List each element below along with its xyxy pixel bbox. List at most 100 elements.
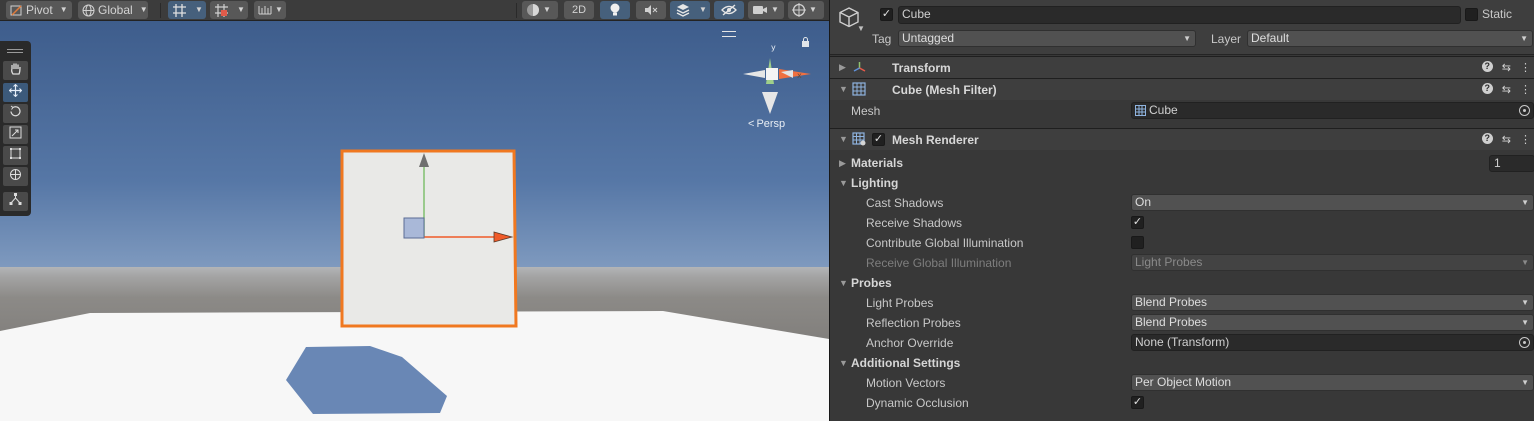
- audio-toggle[interactable]: [636, 1, 666, 19]
- layer-value: Default: [1251, 31, 1290, 45]
- receive-gi-label: Receive Global Illumination: [866, 256, 1012, 270]
- contribute-gi-checkbox[interactable]: [1131, 236, 1144, 249]
- mesh-renderer-component-header[interactable]: ▼ ✓ Mesh Renderer ? ⇆ ⋮: [830, 128, 1534, 150]
- inspector-panel: ▼ ✓ Cube Static Tag Untagged ▼ Layer Def…: [829, 0, 1534, 421]
- transform-tool-button[interactable]: [3, 167, 28, 186]
- pivot-toggle[interactable]: Pivot ▼: [6, 1, 72, 19]
- static-label: Static: [1482, 7, 1513, 21]
- object-name-field[interactable]: Cube: [898, 6, 1461, 24]
- chevron-down-icon: ▼: [771, 5, 779, 14]
- overlay-grip[interactable]: [7, 49, 23, 50]
- expanded-arrow-icon[interactable]: ▼: [839, 178, 848, 188]
- chevron-down-icon: ▼: [1521, 378, 1529, 387]
- mesh-renderer-enabled-checkbox[interactable]: ✓: [872, 133, 885, 146]
- kebab-menu-icon[interactable]: ⋮: [1520, 133, 1531, 146]
- gameobject-header: ▼ ✓ Cube Static Tag Untagged ▼ Layer Def…: [830, 0, 1534, 55]
- mesh-renderer-icon: [852, 132, 866, 146]
- rect-transform-icon: [10, 148, 21, 159]
- expanded-arrow-icon[interactable]: ▼: [839, 84, 848, 94]
- layer-dropdown[interactable]: Default ▼: [1247, 30, 1533, 47]
- chevron-down-icon: ▼: [1521, 258, 1529, 267]
- static-checkbox[interactable]: [1465, 8, 1478, 21]
- grid-options-dropdown[interactable]: ▼: [192, 1, 206, 19]
- snap-options-dropdown[interactable]: ▼: [234, 1, 248, 19]
- projection-label: Persp: [756, 118, 786, 130]
- scene-viewport[interactable]: y x < Persp: [0, 21, 829, 421]
- grid-snap-button[interactable]: [168, 1, 192, 19]
- anchor-override-field[interactable]: None (Transform): [1131, 334, 1534, 351]
- object-picker-icon[interactable]: [1519, 337, 1530, 348]
- active-checkbox[interactable]: ✓: [880, 8, 893, 21]
- gizmo-x-cone: [779, 69, 811, 79]
- expanded-arrow-icon[interactable]: ▼: [839, 358, 848, 368]
- global-label: Global: [98, 3, 133, 17]
- help-icon[interactable]: ?: [1481, 61, 1493, 72]
- expanded-arrow-icon[interactable]: ▼: [839, 278, 848, 288]
- reflection-probes-dropdown[interactable]: Blend Probes ▼: [1131, 314, 1534, 331]
- increment-snap-button[interactable]: [210, 1, 234, 19]
- object-picker-icon[interactable]: [1519, 105, 1530, 116]
- cast-shadows-dropdown[interactable]: On ▼: [1131, 194, 1534, 211]
- presets-icon[interactable]: ⇆: [1502, 133, 1511, 146]
- mesh-icon: [1135, 105, 1146, 116]
- rotate-icon: [10, 105, 21, 117]
- scene-visibility-toggle[interactable]: [714, 1, 744, 19]
- overlay-menu-icon[interactable]: [722, 31, 736, 37]
- eye-hidden-icon: [721, 4, 737, 16]
- camera-settings-button[interactable]: ▼: [748, 1, 784, 19]
- scale-tool-button[interactable]: [3, 125, 28, 144]
- tag-dropdown[interactable]: Untagged ▼: [898, 30, 1196, 47]
- ruler-icon: [258, 6, 272, 15]
- rotate-tool-button[interactable]: [3, 104, 28, 123]
- layer-label: Layer: [1211, 32, 1242, 46]
- lighting-foldout[interactable]: Lighting: [851, 176, 898, 190]
- help-icon[interactable]: ?: [1481, 83, 1493, 94]
- custom-tool-button[interactable]: [3, 192, 28, 211]
- expanded-arrow-icon[interactable]: ▼: [839, 134, 848, 144]
- view-tool-button[interactable]: [3, 61, 28, 80]
- collapsed-arrow-icon[interactable]: ▶: [839, 62, 846, 73]
- materials-count-field[interactable]: 1: [1489, 155, 1534, 172]
- kebab-menu-icon[interactable]: ⋮: [1520, 83, 1531, 96]
- move-tool-button[interactable]: [3, 83, 28, 102]
- gizmo-neg-x-cone: [743, 70, 765, 78]
- lighting-toggle[interactable]: [600, 1, 630, 19]
- dynamic-occlusion-checkbox[interactable]: ✓: [1131, 396, 1144, 409]
- probes-foldout[interactable]: Probes: [851, 276, 892, 290]
- draw-mode-button[interactable]: ▼: [522, 1, 558, 19]
- global-toggle[interactable]: Global ▼: [78, 1, 148, 19]
- cube-mesh: [342, 151, 516, 326]
- mesh-object-field[interactable]: Cube: [1131, 102, 1534, 119]
- snap-settings-button[interactable]: [254, 1, 272, 19]
- effects-dropdown[interactable]: ▼: [696, 1, 710, 19]
- gizmos-button[interactable]: ▼: [788, 1, 824, 19]
- additional-settings-foldout[interactable]: Additional Settings: [851, 356, 960, 370]
- lightbulb-icon: [610, 3, 620, 16]
- light-probes-dropdown[interactable]: Blend Probes ▼: [1131, 294, 1534, 311]
- presets-icon[interactable]: ⇆: [1502, 61, 1511, 74]
- mesh-filter-component-header[interactable]: ▼ Cube (Mesh Filter) ? ⇆ ⋮: [830, 78, 1534, 100]
- motion-vectors-dropdown[interactable]: Per Object Motion ▼: [1131, 374, 1534, 391]
- toolbar-divider: [516, 3, 517, 18]
- icon-dropdown-arrow[interactable]: ▼: [857, 24, 865, 33]
- kebab-menu-icon[interactable]: ⋮: [1520, 61, 1531, 74]
- mesh-label: Mesh: [851, 104, 881, 118]
- mode-2d-toggle[interactable]: 2D: [564, 1, 594, 19]
- scene-view[interactable]: Pivot ▼ Global ▼ ▼ ▼ ▼ ▼ 2D ▼ ▼ ▼ y x < …: [0, 0, 829, 421]
- effects-toggle[interactable]: [670, 1, 696, 19]
- gizmo-x-label: x: [797, 71, 802, 80]
- materials-foldout[interactable]: Materials: [851, 156, 903, 170]
- chevron-down-icon: ▼: [1521, 198, 1529, 207]
- projection-toggle[interactable]: < Persp: [748, 118, 785, 130]
- receive-shadows-checkbox[interactable]: ✓: [1131, 216, 1144, 229]
- help-icon[interactable]: ?: [1481, 133, 1493, 144]
- transform-component-header[interactable]: ▶ Transform ? ⇆ ⋮: [830, 56, 1534, 78]
- collapsed-arrow-icon[interactable]: ▶: [839, 158, 846, 169]
- gizmo-center-cube: [766, 68, 778, 80]
- rect-tool-button[interactable]: [3, 146, 28, 165]
- overlay-grip[interactable]: [7, 52, 23, 53]
- tag-value: Untagged: [902, 31, 955, 45]
- presets-icon[interactable]: ⇆: [1502, 83, 1511, 96]
- light-probes-value: Blend Probes: [1135, 295, 1208, 309]
- snap-settings-dropdown[interactable]: ▼: [272, 1, 286, 19]
